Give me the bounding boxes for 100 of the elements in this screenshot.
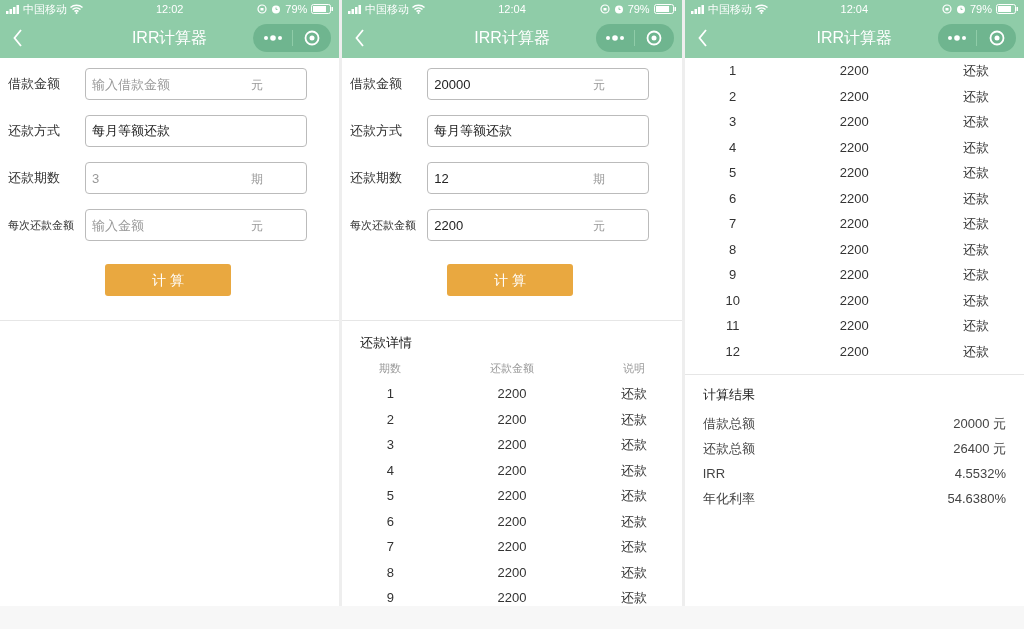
table-cell-text: 9 [728, 266, 738, 284]
clock-time: 12:02 [154, 1, 185, 17]
table-cell-text: 还款 [619, 436, 648, 454]
table-cell-text: 2 [728, 87, 738, 106]
table-cell-text: 5 [728, 164, 738, 182]
table-cell-text: 2 [385, 410, 395, 429]
field-label: 每次还款金额 [8, 217, 75, 233]
page-title: IRR计算器 [816, 28, 893, 48]
more-icon [604, 35, 625, 41]
field-label: 还款方式 [8, 122, 61, 141]
target-icon [646, 30, 663, 46]
back-icon [13, 29, 23, 47]
table-cell-text: 2200 [838, 291, 870, 310]
input-field[interactable]: 每月等额还款 [85, 115, 307, 147]
table-cell-text: 12 [724, 342, 741, 361]
field-label: 借款金额 [350, 75, 404, 94]
carrier-name: 中国移动 [365, 1, 410, 17]
signal-icon [690, 4, 705, 14]
table-cell-text: 2200 [838, 164, 870, 182]
table-cell-text: 1 [385, 385, 395, 403]
page-title: IRR计算器 [131, 28, 208, 48]
table-cell-text: 2200 [838, 138, 870, 157]
input-field[interactable]: 每月等额还款 [427, 115, 650, 147]
table-cell-text: 还款 [619, 487, 648, 505]
table-cell-text: 6 [728, 189, 738, 208]
result-label: 借款总额 [702, 414, 755, 433]
wifi-icon [754, 4, 768, 14]
table-cell-text: 还款 [962, 291, 990, 310]
target-icon [304, 30, 321, 46]
result-label: 还款总额 [702, 439, 755, 458]
table-cell-text: 还款 [619, 461, 648, 480]
table-cell-text: 还款 [962, 215, 990, 233]
battery-percent: 79% [969, 1, 992, 17]
rotation-lock-icon [599, 4, 610, 14]
clock-time: 12:04 [839, 1, 870, 17]
field-label: 借款金额 [8, 75, 61, 94]
result-value: 4.5532% [954, 464, 1006, 483]
section-title: 还款详情 [359, 334, 414, 353]
table-cell-text: 9 [385, 589, 395, 606]
table-cell-text: 2200 [496, 538, 528, 556]
table-cell-text: 还款 [962, 87, 990, 106]
carrier-name: 中国移动 [707, 1, 752, 17]
clock-time: 12:04 [497, 1, 527, 17]
table-cell-text: 还款 [962, 317, 990, 335]
table-cell-text: 7 [385, 538, 395, 556]
field-label: 还款期数 [8, 169, 61, 188]
table-cell-text: 4 [728, 138, 738, 157]
table-cell-text: 10 [724, 291, 741, 310]
table-cell-text: 还款 [619, 410, 648, 429]
result-value: 54.6380% [947, 489, 1006, 508]
unit-label: 元 [251, 218, 263, 235]
table-cell-text: 6 [385, 512, 395, 531]
result-label: IRR [702, 464, 726, 483]
wifi-icon [70, 4, 83, 14]
result-label: 年化利率 [702, 489, 755, 508]
unit-label: 元 [593, 218, 606, 235]
wifi-icon [412, 4, 426, 14]
table-cell-text: 2200 [496, 410, 528, 429]
battery-icon [653, 4, 676, 14]
table-cell-text: 还款 [962, 62, 990, 80]
section-title: 计算结果 [702, 386, 756, 405]
table-cell-text: 还款 [962, 138, 990, 157]
table-cell-text: 2200 [838, 317, 870, 335]
battery-percent: 79% [285, 1, 308, 17]
table-cell-text: 3 [728, 113, 738, 131]
unit-label: 期 [251, 171, 263, 188]
table-cell-text: 还款 [619, 512, 648, 531]
table-cell-text: 2200 [496, 512, 528, 531]
rotation-lock-icon [941, 4, 952, 14]
field-label: 还款期数 [350, 169, 404, 188]
rotation-lock-icon [257, 4, 268, 14]
field-label: 每次还款金额 [350, 217, 418, 233]
table-cell-text: 2200 [838, 189, 870, 208]
battery-percent: 79% [627, 1, 650, 17]
signal-icon [6, 4, 20, 14]
back-icon [355, 29, 366, 47]
table-cell-text: 2200 [838, 215, 870, 233]
table-cell-text: 还款 [619, 563, 648, 582]
more-icon [262, 35, 283, 41]
table-cell-text: 2200 [496, 436, 528, 454]
table-cell-text: 还款 [962, 164, 990, 182]
unit-label: 元 [251, 77, 263, 94]
alarm-icon [271, 4, 282, 14]
back-icon [697, 29, 708, 47]
table-cell-text: 还款 [619, 538, 648, 556]
table-cell-text: 2200 [838, 342, 870, 361]
table-cell-text: 还款 [962, 342, 990, 361]
table-cell-text: 还款 [962, 266, 990, 284]
table-cell-text: 7 [728, 215, 738, 233]
table-cell-text: 3 [385, 436, 395, 454]
more-icon [947, 35, 968, 41]
unit-label: 期 [593, 171, 606, 188]
table-cell-text: 还款 [962, 113, 990, 131]
table-cell-text: 还款 [962, 240, 990, 259]
table-cell-text: 8 [385, 563, 395, 582]
alarm-icon [613, 4, 624, 14]
table-cell-text: 还款 [619, 385, 648, 403]
table-cell-text: 2200 [496, 461, 528, 480]
table-cell-text: 8 [728, 240, 738, 259]
battery-icon [311, 4, 334, 14]
